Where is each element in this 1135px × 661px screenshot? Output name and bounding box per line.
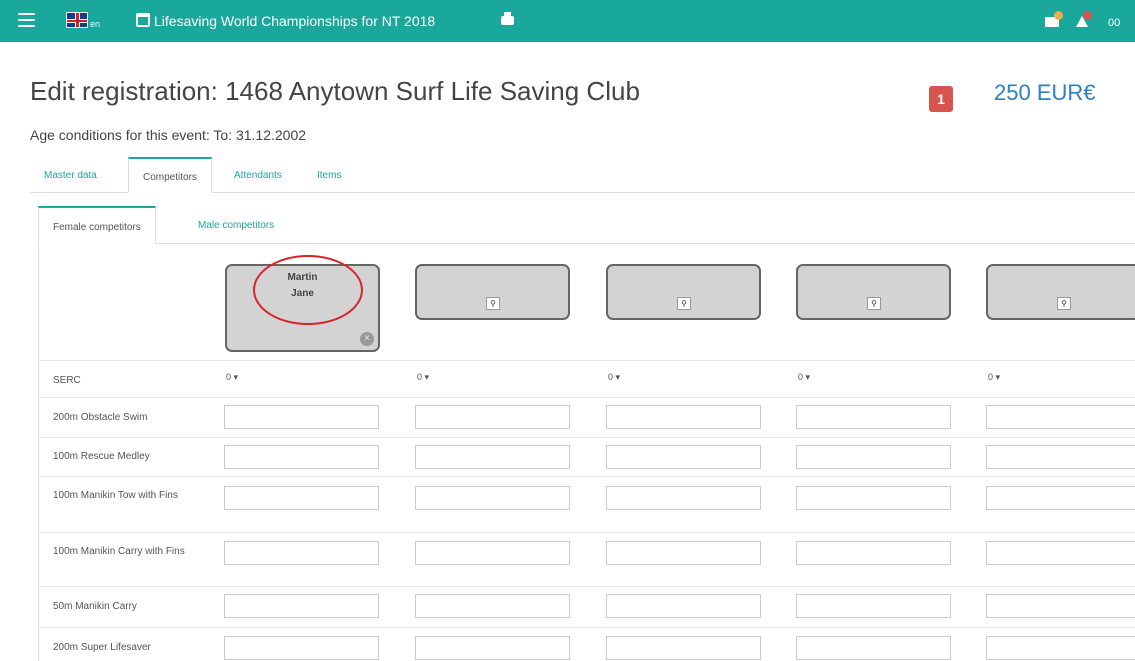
event-time-input[interactable] (224, 636, 379, 660)
language-code[interactable]: en (90, 19, 100, 29)
event-time-input[interactable] (986, 405, 1135, 429)
event-time-input[interactable] (796, 445, 951, 469)
count-badge: 1 (929, 86, 953, 112)
event-time-input[interactable] (224, 486, 379, 510)
row-divider (38, 360, 1135, 361)
competitor-slot-4[interactable]: ⚲ (796, 264, 951, 320)
event-time-input[interactable] (224, 594, 379, 618)
add-person-icon[interactable]: ⚲ (677, 297, 691, 310)
row-divider (38, 532, 1135, 533)
event-label: 50m Manikin Carry (53, 601, 137, 612)
add-person-icon[interactable]: ⚲ (486, 297, 500, 310)
serc-select[interactable]: 0 ▾ (798, 372, 838, 388)
tab-items[interactable]: Items (303, 157, 355, 193)
event-time-input[interactable] (796, 405, 951, 429)
gender-tabs: Female competitors Male competitors (38, 206, 1135, 244)
event-time-input[interactable] (415, 541, 570, 565)
competitor-slot-3[interactable]: ⚲ (606, 264, 761, 320)
event-time-input[interactable] (986, 445, 1135, 469)
print-icon[interactable] (501, 12, 514, 25)
event-time-input[interactable] (606, 405, 761, 429)
event-label: 100m Manikin Carry with Fins (53, 546, 185, 557)
age-conditions: Age conditions for this event: To: 31.12… (30, 127, 307, 143)
add-person-icon[interactable]: ⚲ (867, 297, 881, 310)
event-label: 200m Obstacle Swim (53, 412, 148, 423)
remove-icon[interactable]: × (360, 332, 374, 346)
competitor-slot-1[interactable]: Martin Jane × (225, 264, 380, 352)
event-time-input[interactable] (606, 636, 761, 660)
event-time-input[interactable] (986, 636, 1135, 660)
event-time-input[interactable] (606, 445, 761, 469)
serc-select[interactable]: 0 ▾ (608, 372, 648, 388)
row-divider (38, 437, 1135, 438)
tab-male-competitors[interactable]: Male competitors (184, 206, 288, 244)
page-title: Edit registration: 1468 Anytown Surf Lif… (30, 76, 640, 106)
row-divider (38, 627, 1135, 628)
event-time-input[interactable] (796, 541, 951, 565)
serc-select[interactable]: 0 ▾ (417, 372, 457, 388)
event-time-input[interactable] (224, 405, 379, 429)
event-time-input[interactable] (606, 594, 761, 618)
row-divider (38, 476, 1135, 477)
serc-label: SERC (53, 375, 81, 386)
event-label: 100m Rescue Medley (53, 451, 150, 462)
tab-competitors[interactable]: Competitors (128, 157, 212, 193)
serc-select[interactable]: 0 ▾ (988, 372, 1028, 388)
event-time-input[interactable] (415, 594, 570, 618)
competitor-slot-2[interactable]: ⚲ (415, 264, 570, 320)
event-time-input[interactable] (415, 445, 570, 469)
serc-select[interactable]: 0 ▾ (226, 372, 266, 388)
tab-attendants[interactable]: Attendants (220, 157, 296, 193)
event-time-input[interactable] (986, 541, 1135, 565)
event-time-input[interactable] (606, 486, 761, 510)
event-time-input[interactable] (415, 636, 570, 660)
total-price: 250 EUR€ (994, 80, 1096, 105)
alert-badge (1083, 11, 1092, 20)
tab-female-competitors[interactable]: Female competitors (38, 206, 156, 244)
event-time-input[interactable] (986, 486, 1135, 510)
competitor-last-name: Martin (287, 272, 318, 283)
main-tabs: Master data Competitors Attendants Items (30, 157, 1135, 193)
more-icon[interactable]: 00 (1108, 17, 1120, 29)
tab-master-data[interactable]: Master data (30, 157, 111, 193)
competitor-first-name: Jane (291, 288, 314, 299)
add-person-icon[interactable]: ⚲ (1057, 297, 1071, 310)
event-time-input[interactable] (415, 486, 570, 510)
menu-icon[interactable] (18, 13, 35, 27)
event-time-input[interactable] (986, 594, 1135, 618)
event-title-link[interactable]: Lifesaving World Championships for NT 20… (154, 13, 435, 29)
event-time-input[interactable] (224, 541, 379, 565)
event-time-input[interactable] (796, 486, 951, 510)
event-label: 200m Super Lifesaver (53, 642, 151, 653)
event-label: 100m Manikin Tow with Fins (53, 490, 178, 501)
calendar-icon (136, 13, 150, 27)
event-time-input[interactable] (606, 541, 761, 565)
uk-flag-icon[interactable] (66, 12, 88, 28)
event-time-input[interactable] (224, 445, 379, 469)
row-divider (38, 397, 1135, 398)
mail-badge (1054, 11, 1063, 20)
row-divider (38, 586, 1135, 587)
event-time-input[interactable] (796, 594, 951, 618)
top-navbar: en Lifesaving World Championships for NT… (0, 0, 1135, 42)
competitor-slot-5[interactable]: ⚲ (986, 264, 1135, 320)
event-time-input[interactable] (415, 405, 570, 429)
event-time-input[interactable] (796, 636, 951, 660)
